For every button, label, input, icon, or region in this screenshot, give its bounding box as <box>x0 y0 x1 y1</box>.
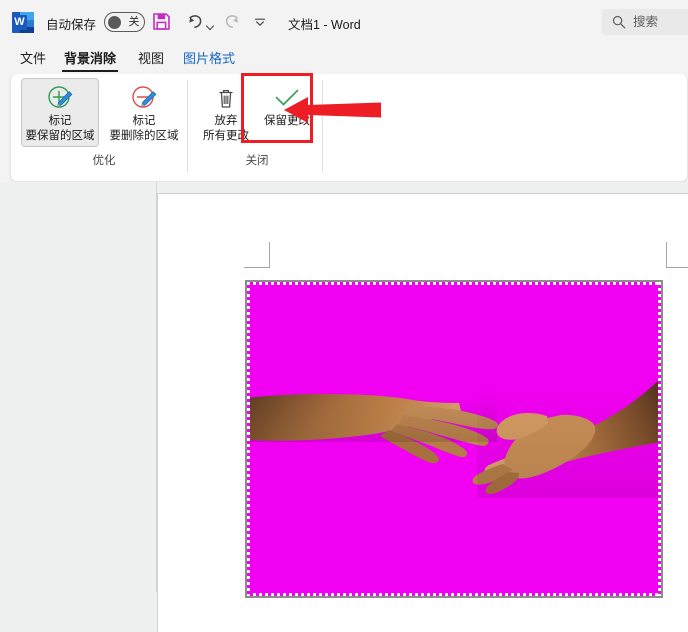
autosave-toggle[interactable]: 关 <box>104 12 145 32</box>
keep-changes-button[interactable]: 保留更改 <box>254 78 320 147</box>
ribbon-tab-strip: 文件 背景消除 视图 图片格式 <box>0 44 688 74</box>
ribbon-group-separator <box>322 80 323 172</box>
canvas-left-gutter <box>0 182 157 592</box>
ribbon: 标记 要保留的区域 标记 要删除的区域 放弃 所有更改 保留更改 优化 关闭 <box>10 74 688 182</box>
document-title: 文档1 - Word <box>288 18 361 32</box>
quick-access-overflow-icon[interactable] <box>254 15 266 27</box>
redo-icon[interactable] <box>222 11 243 32</box>
mark-areas-to-keep-label: 标记 要保留的区域 <box>16 114 104 144</box>
page-margin-mark-top-left <box>244 242 270 268</box>
tab-picture-format[interactable]: 图片格式 <box>181 44 237 74</box>
search-icon <box>612 15 626 29</box>
search-placeholder: 搜索 <box>633 15 659 29</box>
hands-photo <box>247 282 661 596</box>
picture-background-removal-preview[interactable] <box>247 282 661 596</box>
discard-all-changes-label-line2: 所有更改 <box>203 130 249 142</box>
green-check-icon <box>272 84 302 114</box>
tab-view[interactable]: 视图 <box>136 44 166 74</box>
search-input[interactable]: 搜索 <box>602 9 688 35</box>
right-hand <box>472 378 661 498</box>
mark-areas-to-remove-label-line2: 要删除的区域 <box>109 130 179 142</box>
mark-areas-to-keep-label-line1: 标记 <box>48 115 72 127</box>
mark-areas-to-remove-label: 标记 要删除的区域 <box>100 114 188 144</box>
autosave-toggle-state: 关 <box>128 16 140 28</box>
tab-file[interactable]: 文件 <box>18 44 48 74</box>
mark-areas-to-keep-button[interactable]: 标记 要保留的区域 <box>21 78 99 147</box>
trash-icon <box>211 84 241 114</box>
picture-selection-frame[interactable] <box>245 280 663 598</box>
discard-all-changes-button[interactable]: 放弃 所有更改 <box>193 78 259 147</box>
document-page[interactable] <box>157 193 688 632</box>
word-app-icon: W <box>12 12 34 33</box>
mark-areas-to-remove-label-line1: 标记 <box>132 115 156 127</box>
mark-areas-to-remove-button[interactable]: 标记 要删除的区域 <box>105 78 183 147</box>
word-icon-letter: W <box>12 15 27 30</box>
mark-areas-to-keep-label-line2: 要保留的区域 <box>25 130 95 142</box>
keep-changes-label: 保留更改 <box>249 114 325 129</box>
ribbon-group-label-close: 关闭 <box>245 155 269 167</box>
mark-keep-pen-icon <box>45 84 75 114</box>
mark-remove-pen-icon <box>129 84 159 114</box>
save-icon[interactable] <box>152 12 171 31</box>
autosave-label: 自动保存 <box>46 18 97 32</box>
page-margin-mark-top-right <box>666 242 688 268</box>
keep-changes-label-line1: 保留更改 <box>264 115 310 127</box>
title-bar: W 自动保存 关 文档1 - Word 搜索 <box>0 0 688 44</box>
tab-background-removal[interactable]: 背景消除 <box>62 44 119 74</box>
undo-icon[interactable] <box>184 11 205 32</box>
ribbon-group-label-refine: 优化 <box>92 155 116 167</box>
word-window: W 自动保存 关 文档1 - Word 搜索 文件 背景消除 视图 图片格式 标… <box>0 0 688 632</box>
document-canvas[interactable] <box>0 182 688 632</box>
autosave-toggle-knob <box>108 16 121 29</box>
undo-dropdown-chevron-down-icon[interactable] <box>206 18 214 31</box>
